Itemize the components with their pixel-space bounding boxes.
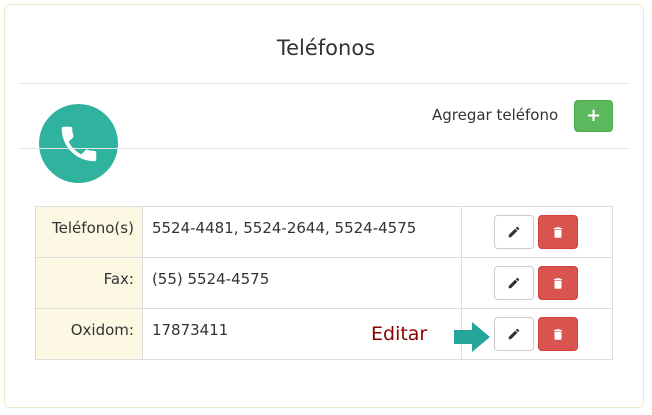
row-value: 5524-4481, 5524-2644, 5524-4575 [151,219,417,237]
pencil-icon [509,277,520,289]
table-row: Teléfono(s) 5524-4481, 5524-2644, 5524-4… [35,206,613,258]
edit-annotation: Editar [371,323,428,345]
phones-table: Teléfono(s) 5524-4481, 5524-2644, 5524-4… [35,206,613,360]
pencil-icon [509,226,520,238]
table-row: Fax: (55) 5524-4575 [35,257,613,309]
row-value-cell: (55) 5524-4575 [141,257,463,309]
row-actions [461,257,613,309]
row-value-cell: 5524-4481, 5524-2644, 5524-4575 [141,206,463,258]
trash-icon [554,278,563,289]
phone-icon [39,104,118,183]
edit-button[interactable] [494,215,535,249]
edit-button[interactable] [494,317,535,351]
row-label-cell: Oxidom: [35,308,143,360]
row-label: Teléfono(s) [52,219,134,237]
title-divider [19,83,630,84]
arrow-right-icon [454,322,490,352]
row-label-cell: Teléfono(s) [35,206,143,258]
row-label-cell: Fax: [35,257,143,309]
row-label: Oxidom: [70,321,134,339]
delete-button[interactable] [538,266,579,300]
trash-icon [554,329,563,340]
row-label: Fax: [103,270,134,288]
phone-glyph [61,126,97,162]
row-value: (55) 5524-4575 [151,270,270,288]
add-phone-button[interactable]: + [574,100,613,132]
plus-icon: + [585,105,602,126]
add-phone-label: Agregar teléfono [432,106,559,124]
row-actions [461,206,613,258]
trash-icon [554,227,563,238]
table-row: Oxidom: 17873411 [35,308,613,360]
delete-button[interactable] [538,317,579,351]
header-divider [19,148,630,149]
pencil-icon [509,328,520,340]
delete-button[interactable] [538,215,579,249]
edit-button[interactable] [494,266,535,300]
page-title: Teléfonos [276,36,376,60]
